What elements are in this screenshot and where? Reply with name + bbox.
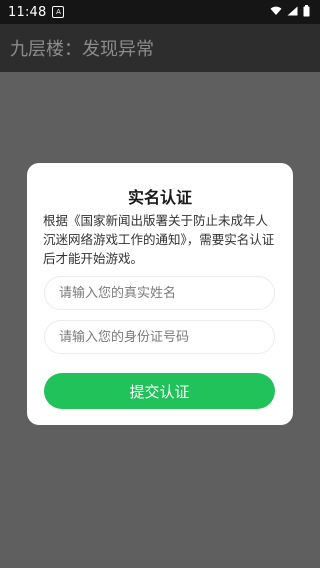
id-number-input[interactable] — [44, 320, 275, 354]
status-left: 11:48 A — [8, 4, 65, 20]
status-right — [270, 4, 310, 20]
signal-icon — [287, 5, 298, 19]
status-time: 11:48 — [8, 4, 47, 20]
battery-icon — [303, 4, 310, 20]
wifi-icon — [270, 5, 282, 19]
real-name-input[interactable] — [44, 276, 275, 310]
dialog-description: 根据《国家新闻出版署关于防止未成年人沉迷网络游戏工作的通知》，需要实名认证后才能… — [43, 213, 275, 266]
status-bar: 11:48 A — [0, 0, 320, 24]
dialog-title: 实名认证 — [127, 188, 192, 207]
title-bar: 九层楼：发现异常 — [0, 24, 320, 72]
submit-verification-button[interactable]: 提交认证 — [44, 373, 275, 409]
real-name-verification-dialog: 实名认证 根据《国家新闻出版署关于防止未成年人沉迷网络游戏工作的通知》，需要实名… — [27, 163, 293, 425]
a-letter-icon: A — [52, 6, 65, 18]
page-title: 九层楼：发现异常 — [10, 39, 154, 60]
